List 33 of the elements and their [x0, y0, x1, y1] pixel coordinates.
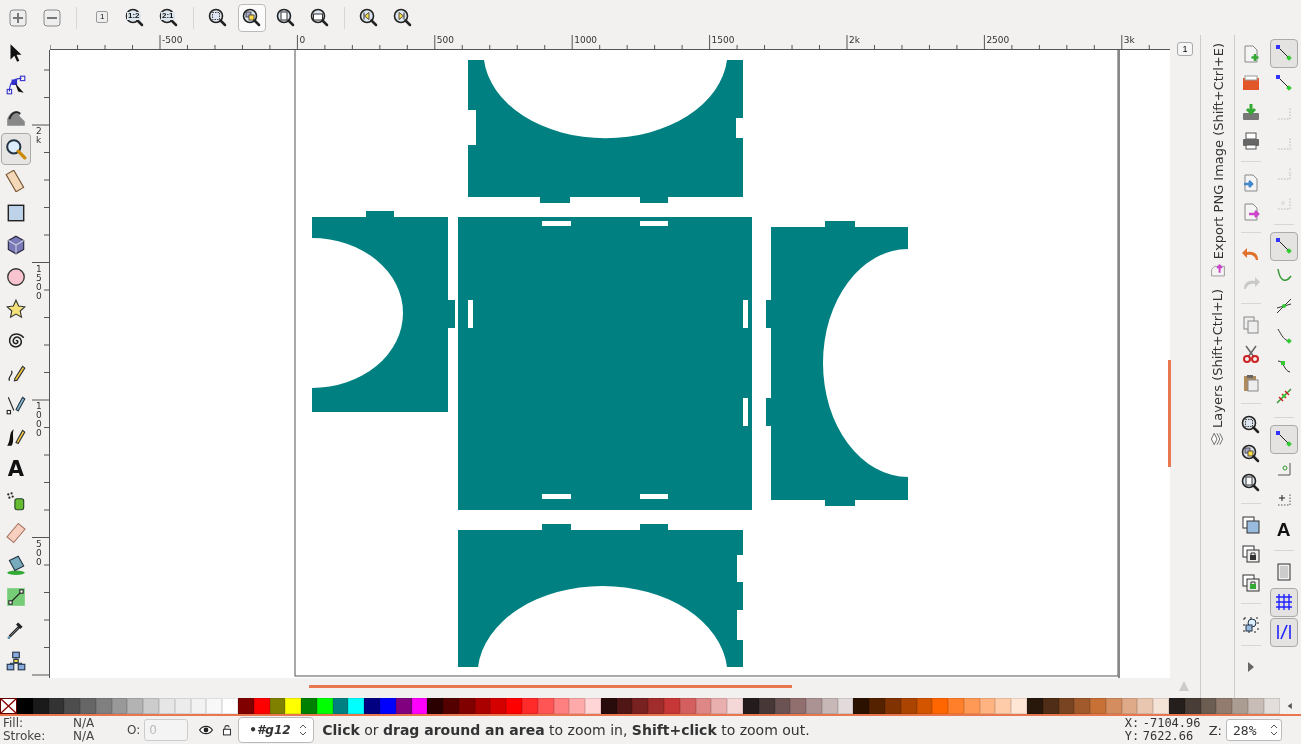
zoom-button[interactable]: 1:2: [121, 3, 149, 32]
zoom-label: Z:: [1208, 722, 1222, 738]
zoom-button[interactable]: 1: [87, 3, 115, 32]
zoom-button[interactable]: 2:1: [155, 3, 183, 32]
ruler-label: 500: [36, 539, 42, 567]
ruler-label: 1000: [36, 402, 42, 439]
ruler-label: 2k: [849, 36, 860, 45]
dock-tab[interactable]: Export PNG Image (Shift+Ctrl+E): [1209, 41, 1226, 282]
zoom-1-to-1-button[interactable]: 1: [1177, 42, 1193, 56]
ruler-label: 500: [436, 36, 454, 45]
fill-label: Fill:: [3, 717, 25, 730]
ruler-label: 3k: [1123, 36, 1135, 45]
ruler-label: 1500: [711, 36, 735, 45]
layer-dropdown[interactable]: •#g12: [238, 717, 315, 743]
ruler-label: 0: [299, 36, 306, 45]
ruler-label: 2k: [36, 127, 42, 145]
ruler-label: 2500: [986, 36, 1010, 45]
y-value: 7622.66: [1142, 730, 1195, 743]
snap-toggle[interactable]: A: [1269, 514, 1298, 544]
ruler-label: 1000: [574, 36, 598, 45]
y-label: Y:: [1124, 730, 1141, 743]
opacity-label: O:: [127, 723, 141, 737]
x-label: X:: [1124, 717, 1141, 730]
status-message: Click or drag around an area to zoom in, Shift+click to zoom out.: [322, 722, 811, 738]
stroke-label: Stroke:: [3, 730, 47, 743]
x-value: -7104.96: [1142, 717, 1202, 730]
ruler-label: 1500: [36, 264, 42, 301]
zoom-field[interactable]: 28%: [1226, 719, 1282, 741]
stroke-value: N/A: [73, 730, 96, 743]
ruler-label: -500: [162, 36, 183, 45]
dock-tab[interactable]: Layers (Shift+Ctrl+L): [1210, 287, 1225, 449]
fill-value: N/A: [73, 717, 96, 730]
tool-button[interactable]: A: [1, 453, 31, 485]
